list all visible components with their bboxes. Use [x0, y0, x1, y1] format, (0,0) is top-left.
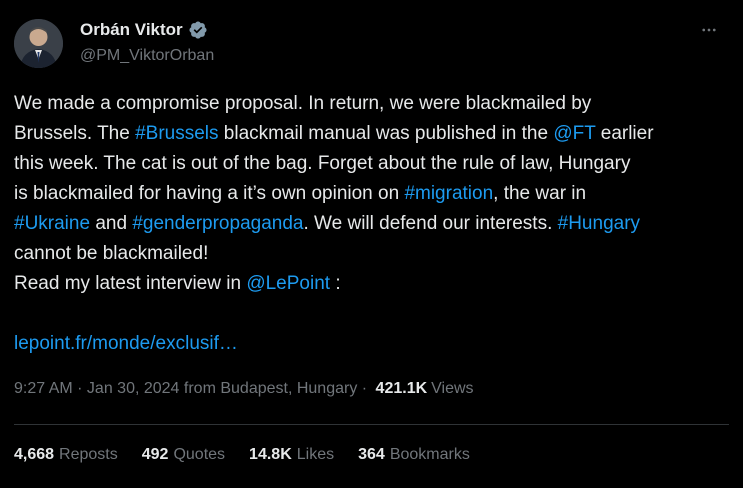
tweet-text-line: Read my latest interview in @LePoint :: [14, 269, 729, 299]
url-link[interactable]: lepoint.fr/monde/exclusif…: [14, 333, 238, 354]
tweet-text-segment: and: [90, 213, 133, 234]
likes-stat[interactable]: 14.8K Likes: [249, 446, 334, 464]
mention-link[interactable]: @FT: [553, 123, 595, 144]
quotes-label: Quotes: [173, 446, 226, 463]
mention-link[interactable]: @LePoint: [246, 273, 330, 294]
views-label: Views: [431, 380, 474, 397]
tweet-text-line: We made a compromise proposal. In return…: [14, 89, 729, 119]
tweet-text-segment: . We will defend our interests.: [303, 213, 558, 234]
ellipsis-icon: [702, 28, 716, 32]
tweet-text-line: this week. The cat is out of the bag. Fo…: [14, 149, 729, 179]
author-name[interactable]: Orbán Viktor: [80, 20, 208, 40]
reposts-label: Reposts: [59, 446, 118, 463]
tweet-text-line: lepoint.fr/monde/exclusif…: [14, 329, 729, 359]
bookmarks-label: Bookmarks: [389, 446, 470, 463]
meta-separator: ·: [357, 380, 372, 397]
hashtag-link[interactable]: #Brussels: [135, 123, 218, 144]
reposts-stat[interactable]: 4,668 Reposts: [14, 446, 118, 464]
likes-label: Likes: [296, 446, 335, 463]
hashtag-link[interactable]: #migration: [404, 183, 493, 204]
tweet-time[interactable]: 9:27 AM: [14, 380, 73, 398]
verified-badge-icon: [189, 21, 207, 39]
person-in-suit-avatar-icon: [14, 19, 63, 68]
author-avatar[interactable]: [14, 19, 63, 68]
hashtag-link[interactable]: #Ukraine: [14, 213, 90, 234]
tweet-text-line: cannot be blackmailed!: [14, 239, 729, 269]
bookmarks-count: 364: [358, 446, 385, 463]
tweet-text-segment: cannot be blackmailed!: [14, 243, 209, 264]
tweet-location: from Budapest, Hungary: [179, 380, 358, 397]
views-count: 421.1K: [375, 380, 428, 397]
tweet-text-line: [14, 299, 729, 329]
more-options-button[interactable]: [697, 18, 721, 42]
tweet-text-segment: :: [330, 273, 341, 294]
tweet-text-segment: this week. The cat is out of the bag. Fo…: [14, 153, 631, 174]
engagement-stats: 4,668 Reposts 492 Quotes 14.8K Likes 364…: [14, 446, 470, 464]
meta-separator: ·: [72, 380, 87, 397]
tweet-text-line: #Ukraine and #genderpropaganda. We will …: [14, 209, 729, 239]
tweet-text-segment: is blackmailed for having a it’s own opi…: [14, 183, 405, 204]
tweet-date[interactable]: Jan 30, 2024: [87, 380, 180, 398]
tweet-text-segment: blackmail manual was published in the: [218, 123, 554, 144]
quotes-stat[interactable]: 492 Quotes: [142, 446, 225, 464]
tweet-text-line: is blackmailed for having a it’s own opi…: [14, 179, 729, 209]
tweet-text-segment: Brussels. The: [14, 123, 136, 144]
tweet-metadata: 9:27 AM · Jan 30, 2024 from Budapest, Hu…: [14, 380, 474, 398]
hashtag-link[interactable]: #genderpropaganda: [132, 213, 303, 234]
tweet-text-segment: earlier: [595, 123, 654, 144]
author-handle[interactable]: @PM_ViktorOrban: [80, 47, 214, 65]
tweet-text: We made a compromise proposal. In return…: [14, 89, 729, 359]
author-name-text: Orbán Viktor: [80, 20, 183, 39]
reposts-count: 4,668: [14, 446, 55, 463]
tweet-text-segment: We made a compromise proposal. In return…: [14, 93, 592, 114]
hashtag-link[interactable]: #Hungary: [558, 213, 640, 234]
likes-count: 14.8K: [249, 446, 292, 463]
tweet-text-segment: Read my latest interview in: [14, 273, 247, 294]
tweet-text-line: Brussels. The #Brussels blackmail manual…: [14, 119, 729, 149]
bookmarks-stat[interactable]: 364 Bookmarks: [358, 446, 470, 464]
divider: [14, 424, 729, 425]
tweet-text-segment: , the war in: [493, 183, 587, 204]
quotes-count: 492: [141, 446, 169, 463]
tweet-card: Orbán Viktor @PM_ViktorOrban We made a c…: [0, 0, 743, 488]
